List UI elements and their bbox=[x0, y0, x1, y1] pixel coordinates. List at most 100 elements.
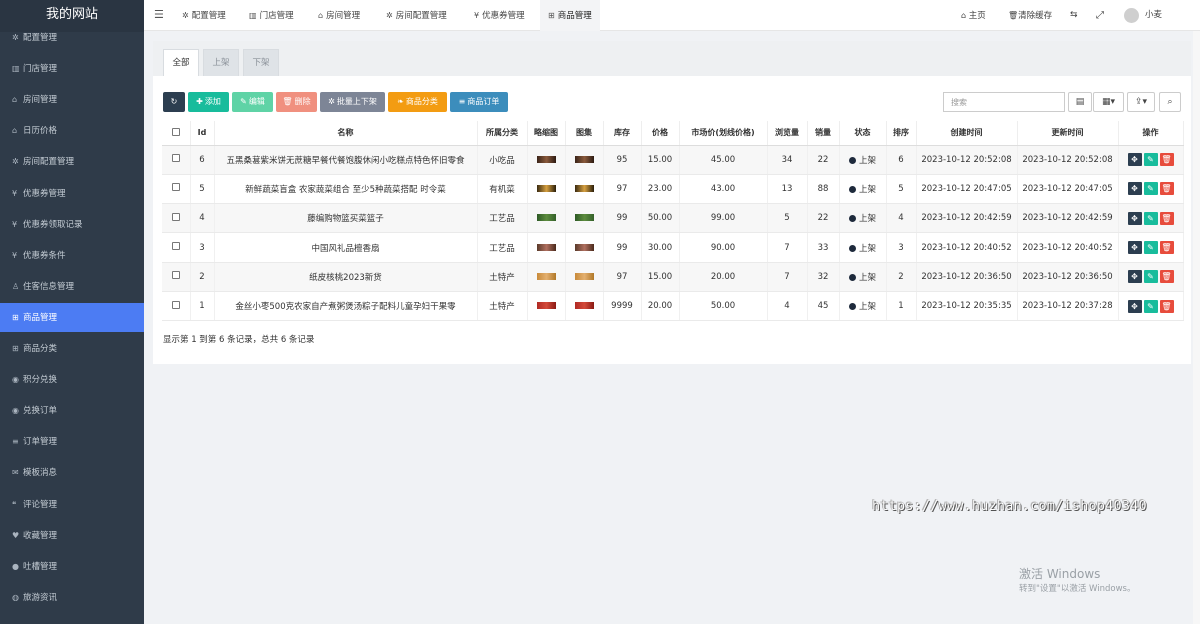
column-header[interactable]: 图集 bbox=[565, 121, 604, 146]
orders-button[interactable]: ≡ 商品订单 bbox=[450, 92, 508, 112]
product-image[interactable] bbox=[574, 243, 594, 251]
tab-on-shelf[interactable]: 上架 bbox=[203, 49, 239, 76]
tab-all[interactable]: 全部 bbox=[163, 49, 199, 76]
clear-cache-link[interactable]: 🗑清除缓存 bbox=[1008, 0, 1052, 31]
drag-sort-button[interactable]: ✥ bbox=[1127, 241, 1142, 255]
product-image[interactable] bbox=[536, 184, 556, 192]
row-select-cell[interactable] bbox=[162, 174, 191, 205]
sidebar-item-5[interactable]: ¥ 优惠券管理 bbox=[0, 179, 144, 208]
sidebar-item-11[interactable]: ◉ 积分兑换 bbox=[0, 365, 144, 394]
column-header[interactable]: 库存 bbox=[603, 121, 642, 146]
top-tab-5[interactable]: ⊞ 商品管理 bbox=[540, 0, 600, 31]
drag-sort-button[interactable]: ✥ bbox=[1127, 270, 1142, 284]
row-checkbox[interactable] bbox=[171, 271, 180, 280]
top-tab-0[interactable]: ✲ 配置管理 bbox=[182, 0, 226, 31]
row-delete-button[interactable]: 🗑 bbox=[1159, 270, 1174, 284]
sidebar-item-12[interactable]: ◉ 兑换订单 bbox=[0, 396, 144, 425]
sidebar-item-14[interactable]: ✉ 模板消息 bbox=[0, 458, 144, 487]
refresh-button[interactable]: ↻ bbox=[163, 92, 185, 112]
top-tab-3[interactable]: ✲ 房间配置管理 bbox=[386, 0, 447, 31]
fullscreen-icon[interactable]: ⤢ bbox=[1096, 0, 1104, 31]
product-image[interactable] bbox=[536, 214, 556, 222]
column-header[interactable]: 略缩图 bbox=[527, 121, 566, 146]
column-header[interactable]: 创建时间 bbox=[916, 121, 1018, 146]
export-button[interactable]: ⇪▾ bbox=[1127, 92, 1155, 112]
top-tab-4[interactable]: ¥ 优惠券管理 bbox=[474, 0, 525, 31]
table-row[interactable]: 4 藤编购物篮买菜篮子 工艺品 99 50.00 99.00 5 22 上架 4 2023-10-1… bbox=[162, 203, 1184, 234]
page-scrollbar[interactable] bbox=[1193, 31, 1200, 624]
top-tab-1[interactable]: ▥ 门店管理 bbox=[249, 0, 294, 31]
drag-sort-button[interactable]: ✥ bbox=[1127, 211, 1142, 225]
table-row[interactable]: 5 新鲜蔬菜盲盒 农家蔬菜组合 至少5种蔬菜搭配 时令菜 有机菜 97 23.00 43.… bbox=[162, 174, 1184, 205]
column-header[interactable]: 状态 bbox=[839, 121, 887, 146]
table-row[interactable]: 6 五黑桑葚紫米饼无蔗糖早餐代餐饱腹休闲小吃糕点特色怀旧零食 小吃品 95 15.00 4… bbox=[162, 145, 1184, 175]
sidebar-item-1[interactable]: ▥ 门店管理 bbox=[0, 54, 144, 83]
row-edit-button[interactable]: ✎ bbox=[1143, 211, 1158, 225]
row-checkbox[interactable] bbox=[171, 154, 180, 163]
delete-button[interactable]: 🗑 删除 bbox=[276, 92, 317, 112]
product-image[interactable] bbox=[536, 243, 556, 251]
home-link[interactable]: ⌂ 主页 bbox=[961, 0, 986, 31]
cell-name[interactable]: 纸皮核桃2023新货 bbox=[214, 262, 478, 292]
avatar[interactable] bbox=[1124, 8, 1139, 23]
table-row[interactable]: 2 纸皮核桃2023新货 土特产 97 15.00 20.00 7 32 上架 2 2023-10-… bbox=[162, 262, 1184, 292]
product-image[interactable] bbox=[574, 302, 594, 310]
sidebar-item-0[interactable]: ✲ 配置管理 bbox=[0, 23, 144, 52]
cell-name[interactable]: 金丝小枣500克农家自产煮粥煲汤粽子配料儿童孕妇干果零 bbox=[214, 291, 478, 322]
row-select-cell[interactable] bbox=[162, 232, 191, 263]
column-header[interactable]: Id bbox=[190, 121, 215, 146]
column-header[interactable]: 价格 bbox=[641, 121, 680, 146]
product-image[interactable] bbox=[574, 214, 594, 222]
sidebar-item-3[interactable]: ⌂ 日历价格 bbox=[0, 116, 144, 145]
sidebar-item-9[interactable]: ⊞ 商品管理 bbox=[0, 302, 144, 332]
edit-button[interactable]: ✎ 编辑 bbox=[232, 92, 273, 112]
cell-name[interactable]: 五黑桑葚紫米饼无蔗糖早餐代餐饱腹休闲小吃糕点特色怀旧零食 bbox=[214, 145, 478, 175]
row-checkbox[interactable] bbox=[171, 183, 180, 192]
cell-name[interactable]: 中国风礼品檀香扇 bbox=[214, 232, 478, 263]
row-checkbox[interactable] bbox=[171, 300, 180, 309]
row-edit-button[interactable]: ✎ bbox=[1143, 270, 1158, 284]
product-image[interactable] bbox=[574, 155, 594, 163]
columns-button[interactable]: ▦▾ bbox=[1093, 92, 1124, 112]
row-delete-button[interactable]: 🗑 bbox=[1159, 153, 1174, 167]
top-tab-2[interactable]: ⌂ 房间管理 bbox=[318, 0, 360, 31]
drag-sort-button[interactable]: ✥ bbox=[1127, 299, 1142, 313]
product-image[interactable] bbox=[536, 302, 556, 310]
column-header[interactable]: 市场价(划线价格) bbox=[679, 121, 768, 146]
category-button[interactable]: ❧ 商品分类 bbox=[388, 92, 447, 112]
sidebar-item-17[interactable]: ● 吐槽管理 bbox=[0, 552, 144, 581]
column-header[interactable]: 排序 bbox=[886, 121, 917, 146]
sidebar-item-6[interactable]: ¥ 优惠券领取记录 bbox=[0, 210, 144, 239]
column-header[interactable]: 更新时间 bbox=[1017, 121, 1119, 146]
row-select-cell[interactable] bbox=[162, 145, 191, 175]
sidebar-item-4[interactable]: ✲ 房间配置管理 bbox=[0, 147, 144, 176]
product-image[interactable] bbox=[536, 272, 556, 280]
sidebar-item-16[interactable]: ♥ 收藏管理 bbox=[0, 521, 144, 550]
table-view-button[interactable]: ▤ bbox=[1068, 92, 1092, 112]
column-header[interactable]: 操作 bbox=[1118, 121, 1184, 146]
row-delete-button[interactable]: 🗑 bbox=[1159, 211, 1174, 225]
add-button[interactable]: ✚ 添加 bbox=[188, 92, 229, 112]
row-edit-button[interactable]: ✎ bbox=[1143, 299, 1158, 313]
column-header[interactable]: 浏览量 bbox=[767, 121, 808, 146]
drag-sort-button[interactable]: ✥ bbox=[1127, 153, 1142, 167]
column-header[interactable]: 销量 bbox=[807, 121, 840, 146]
drag-sort-button[interactable]: ✥ bbox=[1127, 182, 1142, 196]
menu-toggle-icon[interactable]: ☰ bbox=[154, 8, 164, 21]
row-delete-button[interactable]: 🗑 bbox=[1159, 299, 1174, 313]
row-select-cell[interactable] bbox=[162, 203, 191, 234]
sidebar-item-8[interactable]: ♙ 住客信息管理 bbox=[0, 272, 144, 301]
select-all-header[interactable] bbox=[162, 121, 191, 146]
row-delete-button[interactable]: 🗑 bbox=[1159, 182, 1174, 196]
column-header[interactable]: 名称 bbox=[214, 121, 478, 146]
product-image[interactable] bbox=[536, 155, 556, 163]
sidebar-item-15[interactable]: ❝ 评论管理 bbox=[0, 490, 144, 519]
select-all-checkbox[interactable] bbox=[171, 127, 180, 136]
product-image[interactable] bbox=[574, 272, 594, 280]
row-edit-button[interactable]: ✎ bbox=[1143, 153, 1158, 167]
row-select-cell[interactable] bbox=[162, 262, 191, 292]
table-row[interactable]: 3 中国风礼品檀香扇 工艺品 99 30.00 90.00 7 33 上架 3 2023-10-12… bbox=[162, 232, 1184, 263]
search-input[interactable] bbox=[943, 92, 1065, 112]
sidebar-item-13[interactable]: ≡ 订单管理 bbox=[0, 427, 144, 456]
row-checkbox[interactable] bbox=[171, 212, 180, 221]
